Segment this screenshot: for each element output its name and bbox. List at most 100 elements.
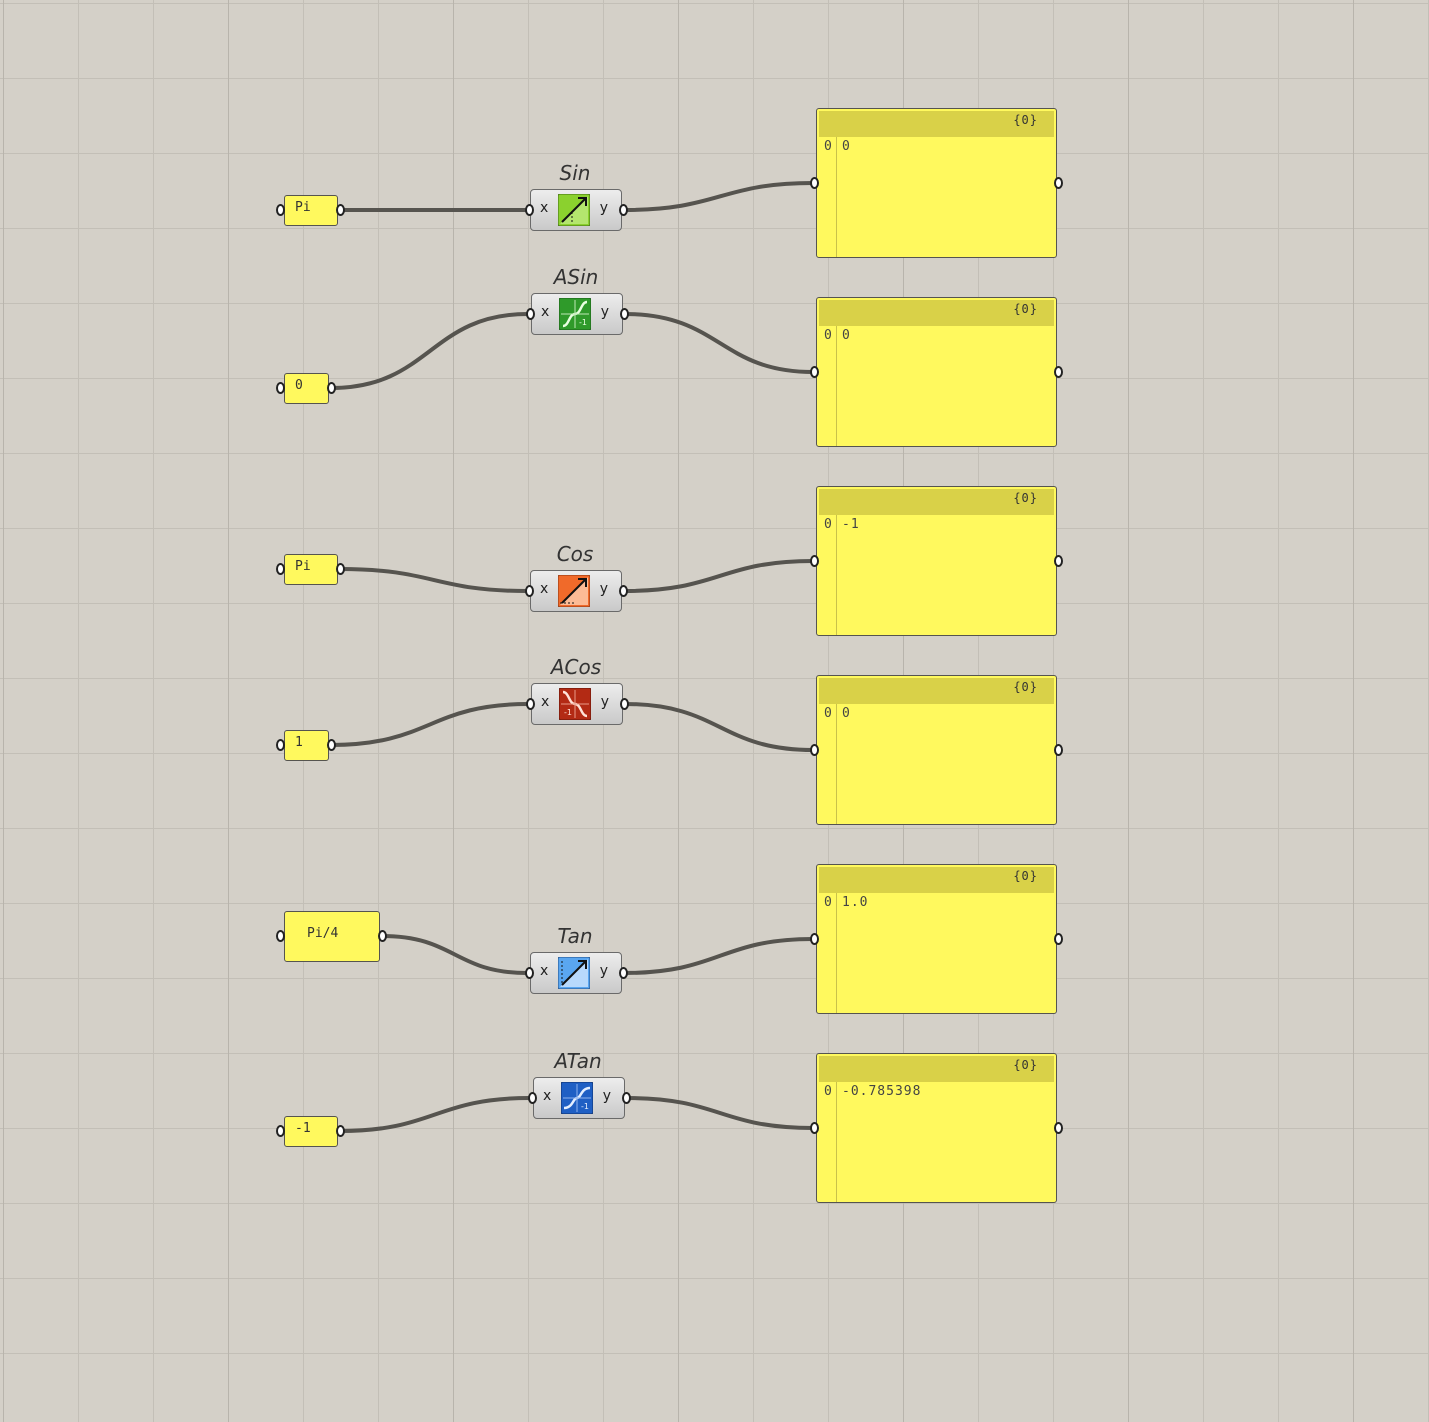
param-x-label[interactable]: x (540, 581, 548, 597)
param-y-label[interactable]: y (603, 1088, 611, 1104)
input-panel-pi[interactable]: Pi (284, 195, 338, 226)
component-output-port[interactable] (620, 308, 629, 320)
output-port[interactable] (336, 204, 345, 216)
input-panel-pi[interactable]: Pi (284, 554, 338, 585)
atan-component[interactable]: x -1 y (528, 1077, 631, 1119)
input-value: Pi (295, 200, 311, 215)
component-output-port[interactable] (620, 698, 629, 710)
component-input-port[interactable] (525, 585, 534, 597)
panel-output-port[interactable] (1054, 933, 1063, 945)
panel-gutter (836, 326, 837, 446)
cosine-function-icon (558, 575, 590, 607)
wire-one-to-acos[interactable] (329, 702, 530, 747)
output-port[interactable] (327, 739, 336, 751)
panel-gutter (836, 137, 837, 257)
panel-output-port[interactable] (1054, 555, 1063, 567)
data-path: {0} (1013, 869, 1038, 883)
input-panel-minus-one[interactable]: -1 (284, 1116, 338, 1147)
input-port-left[interactable] (276, 204, 285, 216)
panel-input-port[interactable] (810, 555, 819, 567)
wire-pi-to-cos[interactable] (338, 567, 529, 593)
sin-component[interactable]: x y (525, 189, 628, 231)
param-y-label[interactable]: y (600, 581, 608, 597)
input-port-left[interactable] (276, 930, 285, 942)
component-input-port[interactable] (528, 1092, 537, 1104)
panel-input-port[interactable] (810, 744, 819, 756)
cos-component[interactable]: x y (525, 570, 628, 612)
param-x-label[interactable]: x (541, 694, 549, 710)
item-value: -0.785398 (842, 1084, 922, 1099)
param-y-label[interactable]: y (601, 694, 609, 710)
data-path: {0} (1013, 680, 1038, 694)
panel-input-port[interactable] (810, 1122, 819, 1134)
panel-output-port[interactable] (1054, 744, 1063, 756)
wire-acos-to-panel[interactable] (623, 702, 815, 752)
data-path: {0} (1013, 1058, 1038, 1072)
param-x-label[interactable]: x (541, 304, 549, 320)
panel-gutter (836, 704, 837, 824)
param-x-label[interactable]: x (540, 963, 548, 979)
input-value: 0 (295, 378, 303, 393)
input-port-left[interactable] (276, 563, 285, 575)
input-panel-pi-over-4[interactable]: Pi/4 (284, 911, 380, 962)
acos-component[interactable]: x -1 y (526, 683, 629, 725)
component-input-port[interactable] (526, 698, 535, 710)
panel-input-port[interactable] (810, 177, 819, 189)
item-value: -1 (842, 517, 860, 532)
panel-input-port[interactable] (810, 933, 819, 945)
component-input-port[interactable] (526, 308, 535, 320)
param-x-label[interactable]: x (540, 200, 548, 216)
input-panel-one[interactable]: 1 (284, 730, 329, 761)
wire-tan-to-panel[interactable] (622, 937, 815, 975)
input-port-left[interactable] (276, 382, 285, 394)
component-output-port[interactable] (619, 204, 628, 216)
output-panel[interactable]: {0} 0 0 (816, 297, 1057, 447)
wire-neg1-to-atan[interactable] (338, 1096, 532, 1133)
output-panel[interactable]: {0} 0 0 (816, 108, 1057, 258)
wire-atan-to-panel[interactable] (625, 1096, 815, 1130)
asin-component[interactable]: x -1 y (526, 293, 629, 335)
item-index: 0 (824, 895, 832, 910)
param-y-label[interactable]: y (600, 200, 608, 216)
output-port[interactable] (336, 1125, 345, 1137)
output-panel[interactable]: {0} 0 0 (816, 675, 1057, 825)
output-port[interactable] (378, 930, 387, 942)
wire-asin-to-panel[interactable] (623, 312, 815, 374)
panel-output-port[interactable] (1054, 177, 1063, 189)
component-nickname: ASin (553, 265, 599, 289)
wire-sin-to-panel[interactable] (622, 181, 815, 212)
data-path: {0} (1013, 302, 1038, 316)
input-port-left[interactable] (276, 739, 285, 751)
item-value: 1.0 (842, 895, 869, 910)
tan-component[interactable]: x y (525, 952, 628, 994)
wire-pi4-to-tan[interactable] (380, 934, 529, 975)
svg-text:-1: -1 (579, 318, 587, 327)
output-port[interactable] (336, 563, 345, 575)
input-port-left[interactable] (276, 1125, 285, 1137)
arccosine-function-icon: -1 (559, 688, 591, 720)
param-y-label[interactable]: y (600, 963, 608, 979)
output-port[interactable] (327, 382, 336, 394)
input-panel-zero[interactable]: 0 (284, 373, 329, 404)
component-output-port[interactable] (622, 1092, 631, 1104)
output-panel[interactable]: {0} 0 -0.785398 (816, 1053, 1057, 1203)
panel-output-port[interactable] (1054, 366, 1063, 378)
panel-input-port[interactable] (810, 366, 819, 378)
wire-zero-to-asin[interactable] (329, 312, 530, 390)
wire-cos-to-panel[interactable] (622, 559, 815, 593)
item-value: 0 (842, 328, 851, 343)
output-panel[interactable]: {0} 0 -1 (816, 486, 1057, 636)
output-panel[interactable]: {0} 0 1.0 (816, 864, 1057, 1014)
param-x-label[interactable]: x (543, 1088, 551, 1104)
component-input-port[interactable] (525, 967, 534, 979)
component-output-port[interactable] (619, 585, 628, 597)
item-value: 0 (842, 706, 851, 721)
component-nickname: Cos (556, 542, 594, 566)
panel-output-port[interactable] (1054, 1122, 1063, 1134)
component-output-port[interactable] (619, 967, 628, 979)
tangent-function-icon (558, 957, 590, 989)
input-value: Pi/4 (307, 926, 339, 941)
component-input-port[interactable] (525, 204, 534, 216)
param-y-label[interactable]: y (601, 304, 609, 320)
component-nickname: Sin (559, 161, 591, 185)
